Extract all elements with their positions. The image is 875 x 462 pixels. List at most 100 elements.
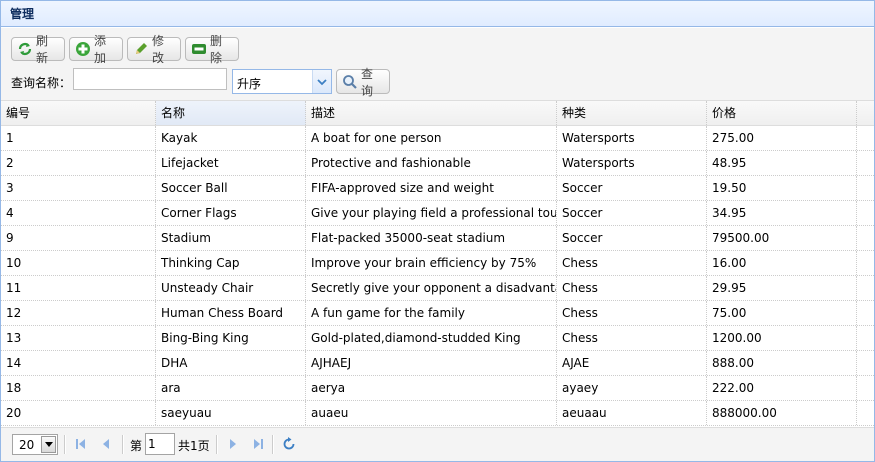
add-button[interactable]: 添加 <box>69 34 123 65</box>
cell-filler <box>857 251 874 275</box>
cell-name: Lifejacket <box>156 151 306 175</box>
edit-label: 修改 <box>152 34 165 65</box>
table-row[interactable]: 14 DHA AJHAEJ AJAE 888.00 <box>1 351 874 376</box>
sort-order-value: 升序 <box>237 77 262 91</box>
table-row[interactable]: 9 Stadium Flat-packed 35000-seat stadium So… <box>1 226 874 251</box>
cell-description: Protective and fashionable <box>306 151 557 175</box>
cell-description: Gold-plated,diamond-studded King <box>306 326 557 350</box>
management-panel: 管理 刷新 添加 修改 删除 查询名称： 升序 查询 编号 名称 描述 种类 价… <box>0 0 875 462</box>
delete-label: 删除 <box>210 34 223 65</box>
cell-description: AJHAEJ <box>306 351 557 375</box>
table-row[interactable]: 2 Lifejacket Protective and fashionable Wat… <box>1 151 874 176</box>
table-row[interactable]: 13 Bing-Bing King Gold-plated,diamond-stud… <box>1 326 874 351</box>
cell-category: Soccer <box>557 176 707 200</box>
previous-page-icon[interactable] <box>98 436 114 452</box>
cell-description: Improve your brain efficiency by 75% <box>306 251 557 275</box>
table-header: 编号 名称 描述 种类 价格 <box>1 101 874 126</box>
cell-name: Kayak <box>156 126 306 150</box>
chevron-down-icon[interactable] <box>41 436 56 453</box>
cell-filler <box>857 226 874 250</box>
cell-category: Watersports <box>557 126 707 150</box>
cell-filler <box>857 126 874 150</box>
cell-filler <box>857 201 874 225</box>
cell-price: 48.95 <box>707 151 857 175</box>
cell-price: 275.00 <box>707 126 857 150</box>
table-row[interactable]: 12 Human Chess Board A fun game for the fa… <box>1 301 874 326</box>
column-header-id[interactable]: 编号 <box>6 101 156 125</box>
cell-filler <box>857 376 874 400</box>
cell-category: Chess <box>557 251 707 275</box>
table-row[interactable]: 4 Corner Flags Give your playing field a p… <box>1 201 874 226</box>
search-button-label: 查询 <box>361 66 374 98</box>
separator <box>272 435 274 454</box>
table-row[interactable]: 10 Thinking Cap Improve your brain efficie… <box>1 251 874 276</box>
sort-order-select[interactable]: 升序 <box>232 69 332 94</box>
cell-description: Flat-packed 35000-seat stadium <box>306 226 557 250</box>
column-header-name[interactable]: 名称 <box>156 101 306 125</box>
reload-icon[interactable] <box>281 436 297 452</box>
first-page-icon[interactable] <box>73 436 89 452</box>
table-row[interactable]: 11 Unsteady Chair Secretly give your oppon… <box>1 276 874 301</box>
cell-id: 2 <box>6 151 156 175</box>
cell-description: auaeu <box>306 401 557 425</box>
cell-price: 29.95 <box>707 276 857 300</box>
cell-name: Soccer Ball <box>156 176 306 200</box>
cell-filler <box>857 276 874 300</box>
cell-filler <box>857 326 874 350</box>
cell-description: aerya <box>306 376 557 400</box>
search-button[interactable]: 查询 <box>336 67 390 98</box>
column-header-description[interactable]: 描述 <box>306 101 557 125</box>
edit-button[interactable]: 修改 <box>127 34 181 65</box>
last-page-icon[interactable] <box>250 436 266 452</box>
separator <box>64 435 66 454</box>
search-name-input[interactable] <box>73 68 227 90</box>
page-size-value: 20 <box>19 438 35 452</box>
cell-filler <box>857 176 874 200</box>
cell-id: 1 <box>6 126 156 150</box>
cell-price: 19.50 <box>707 176 857 200</box>
cell-filler <box>857 401 874 425</box>
table-row[interactable]: 1 Kayak A boat for one person Watersports 27… <box>1 126 874 151</box>
cell-id: 4 <box>6 201 156 225</box>
cell-description: A fun game for the family <box>306 301 557 325</box>
column-header-filler <box>857 101 874 125</box>
cell-description: Secretly give your opponent a disadvanta… <box>306 276 557 300</box>
search-name-label: 查询名称： <box>11 76 72 90</box>
plus-icon <box>75 41 91 57</box>
page-total-label: 共1页 <box>178 439 210 453</box>
table-row[interactable]: 20 saeyuau auaeu aeuaau 888000.00 <box>1 401 874 426</box>
table-row[interactable]: 18 ara aerya ayaey 222.00 <box>1 376 874 401</box>
add-label: 添加 <box>94 34 107 65</box>
cell-name: Stadium <box>156 226 306 250</box>
next-page-icon[interactable] <box>225 436 241 452</box>
table-row[interactable]: 3 Soccer Ball FIFA-approved size and weigh… <box>1 176 874 201</box>
column-header-price[interactable]: 价格 <box>707 101 857 125</box>
cell-id: 20 <box>6 401 156 425</box>
delete-button[interactable]: 删除 <box>185 34 239 65</box>
page-size-select[interactable]: 20 <box>12 434 58 455</box>
cell-name: Corner Flags <box>156 201 306 225</box>
cell-category: AJAE <box>557 351 707 375</box>
cell-description: A boat for one person <box>306 126 557 150</box>
cell-filler <box>857 301 874 325</box>
cell-name: DHA <box>156 351 306 375</box>
cell-filler <box>857 351 874 375</box>
cell-price: 1200.00 <box>707 326 857 350</box>
refresh-label: 刷新 <box>36 34 49 65</box>
minus-icon <box>191 41 207 57</box>
cell-price: 79500.00 <box>707 226 857 250</box>
refresh-button[interactable]: 刷新 <box>11 34 65 65</box>
pencil-icon <box>133 41 149 57</box>
column-header-category[interactable]: 种类 <box>557 101 707 125</box>
chevron-down-icon[interactable] <box>312 70 331 93</box>
cell-id: 11 <box>6 276 156 300</box>
cell-description: FIFA-approved size and weight <box>306 176 557 200</box>
cell-name: Thinking Cap <box>156 251 306 275</box>
panel-title: 管理 <box>1 1 874 27</box>
cell-price: 34.95 <box>707 201 857 225</box>
cell-price: 222.00 <box>707 376 857 400</box>
cell-id: 9 <box>6 226 156 250</box>
cell-category: Watersports <box>557 151 707 175</box>
current-page-input[interactable]: 1 <box>145 433 175 455</box>
cell-category: ayaey <box>557 376 707 400</box>
